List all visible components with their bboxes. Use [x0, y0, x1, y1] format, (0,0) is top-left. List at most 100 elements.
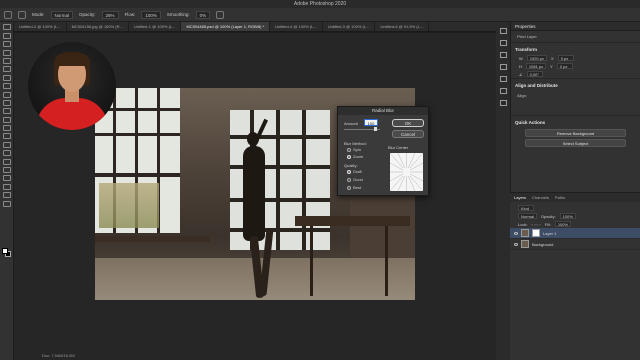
layer-row-background[interactable]: Background [510, 239, 640, 250]
history-brush-tool-icon[interactable] [2, 108, 11, 115]
x-field[interactable]: 0 px [557, 55, 574, 61]
character-icon[interactable] [499, 88, 507, 94]
type-tool-icon[interactable] [2, 158, 11, 165]
radial-blur-dialog: Radial Blur Amount 100 OK Cancel Blur Me… [337, 106, 429, 196]
tab-untitled-1[interactable]: Untitled-1 @ 100% (L... [129, 22, 182, 31]
x-label: X [551, 55, 554, 61]
webcam-shirt [36, 98, 108, 130]
tab-untitled-2[interactable]: Untitled-2 @ 100% (L... [14, 22, 67, 31]
tab-untitled-3[interactable]: Untitled-3 @ 100% (L... [323, 22, 376, 31]
radio-good[interactable]: Good [347, 177, 363, 182]
transform-title[interactable]: Transform [511, 42, 640, 54]
foreground-color-swatch[interactable] [2, 248, 8, 254]
app-title: Adobe Photoshop 2020 [293, 1, 347, 7]
visibility-eye-icon[interactable] [514, 231, 518, 235]
adjustments-icon[interactable] [499, 52, 507, 58]
angle-field[interactable]: 0,00° [526, 71, 543, 77]
select-subject-button[interactable]: Select Subject [525, 139, 626, 147]
pen-tool-icon[interactable] [2, 150, 11, 157]
opacity-field[interactable]: 26% [101, 10, 119, 19]
paragraph-icon[interactable] [499, 76, 507, 82]
more-tools-icon[interactable] [2, 200, 11, 207]
amount-slider-handle[interactable] [374, 127, 377, 131]
y-field[interactable]: 0 px [556, 63, 573, 69]
transform-row: W 1920 px X0 px [511, 54, 640, 62]
blur-tool-icon[interactable] [2, 133, 11, 140]
tab-mc004465[interactable]: MC004465.psd @ 100% (Layer 1, RGB/8) * [181, 22, 271, 31]
radio-icon [347, 177, 351, 182]
healing-tool-icon[interactable] [2, 83, 11, 90]
quick-actions-title[interactable]: Quick Actions [511, 115, 640, 127]
marquee-tool-icon[interactable] [2, 32, 11, 39]
remove-background-button[interactable]: Remove Background [525, 129, 626, 137]
tab-mc004156[interactable]: MC004156.jpg @ 100% (R... [67, 22, 129, 31]
play-icon[interactable] [499, 28, 507, 34]
brush-preset-icon[interactable] [18, 10, 26, 19]
smoothing-field[interactable]: 0% [195, 10, 211, 19]
layer-opacity-field[interactable]: 100% [559, 213, 576, 219]
radio-label: Spin [353, 147, 362, 152]
mode-select[interactable]: Normal [50, 10, 74, 19]
radio-label: Good [353, 177, 363, 182]
photo-table [295, 216, 410, 226]
lasso-tool-icon[interactable] [2, 41, 11, 48]
radio-best[interactable]: Best [347, 185, 361, 190]
align-title[interactable]: Align and Distribute [511, 78, 640, 90]
opacity-label: Opacity: [79, 12, 96, 17]
tab-untitled-4[interactable]: Untitled-4 @ 100% (L... [270, 22, 323, 31]
history-icon[interactable] [499, 40, 507, 46]
layer-thumbnail [521, 229, 529, 237]
radio-spin[interactable]: Spin [347, 147, 361, 152]
doc-size: Doc: 7,94M/15,9M [42, 353, 75, 358]
tab-paths[interactable]: Paths [555, 193, 565, 202]
tab-channels[interactable]: Channels [532, 193, 549, 202]
hand-tool-icon[interactable] [2, 183, 11, 190]
lock-icons[interactable]: ▫ ▫ ▫ ▫ [532, 222, 541, 227]
path-select-tool-icon[interactable] [2, 167, 11, 174]
brush-tool-icon[interactable] [2, 91, 11, 98]
quick-select-tool-icon[interactable] [2, 49, 11, 56]
gear-icon[interactable] [216, 10, 225, 19]
crop-tool-icon[interactable] [2, 57, 11, 64]
width-field[interactable]: 1920 px [526, 55, 548, 61]
ok-button[interactable]: OK [392, 119, 424, 127]
home-icon[interactable] [4, 10, 12, 19]
quality-label: Quality: [344, 163, 358, 168]
amount-label: Amount [344, 121, 358, 126]
tab-layers[interactable]: Layers [514, 193, 526, 202]
blend-mode-select[interactable]: Normal [518, 213, 537, 219]
gradient-tool-icon[interactable] [2, 125, 11, 132]
properties-header[interactable]: Properties [511, 22, 640, 31]
shape-tool-icon[interactable] [2, 175, 11, 182]
lock-row: Lock: ▫ ▫ ▫ ▫ Fill: 100% [510, 220, 640, 228]
clone-stamp-tool-icon[interactable] [2, 99, 11, 106]
fill-field[interactable]: 100% [554, 221, 572, 227]
blur-center-preview[interactable] [390, 153, 423, 191]
layer-row-layer-1[interactable]: Layer 1 [510, 228, 640, 239]
flow-field[interactable]: 100% [141, 10, 161, 19]
frame-tool-icon[interactable] [2, 66, 11, 73]
radio-draft[interactable]: Draft [347, 169, 362, 174]
eraser-tool-icon[interactable] [2, 116, 11, 123]
dodge-tool-icon[interactable] [2, 141, 11, 148]
height-field[interactable]: 1081 px [525, 63, 547, 69]
layer-mask-thumbnail[interactable] [532, 229, 540, 237]
visibility-eye-icon[interactable] [514, 242, 518, 246]
transform-row: H 1081 px Y0 px [511, 62, 640, 70]
brush-settings-icon[interactable] [499, 64, 507, 70]
webcam-overlay [28, 42, 116, 130]
eyedropper-tool-icon[interactable] [2, 74, 11, 81]
tab-untitled-6[interactable]: Untitled-6 @ 91,5% (L... [375, 22, 430, 31]
photo-brick-wall [350, 198, 415, 258]
radio-zoom[interactable]: Zoom [347, 154, 363, 159]
webcam-hair [55, 52, 89, 66]
zoom-tool-icon[interactable] [2, 192, 11, 199]
photo-greenery [99, 183, 159, 228]
layer-name: Background [532, 241, 554, 247]
info-icon[interactable] [499, 100, 507, 106]
cancel-button[interactable]: Cancel [392, 130, 424, 138]
radio-label: Draft [353, 169, 362, 174]
amount-input[interactable]: 100 [364, 119, 378, 126]
kind-filter[interactable]: Kind [518, 205, 534, 211]
move-tool-icon[interactable] [2, 24, 11, 31]
